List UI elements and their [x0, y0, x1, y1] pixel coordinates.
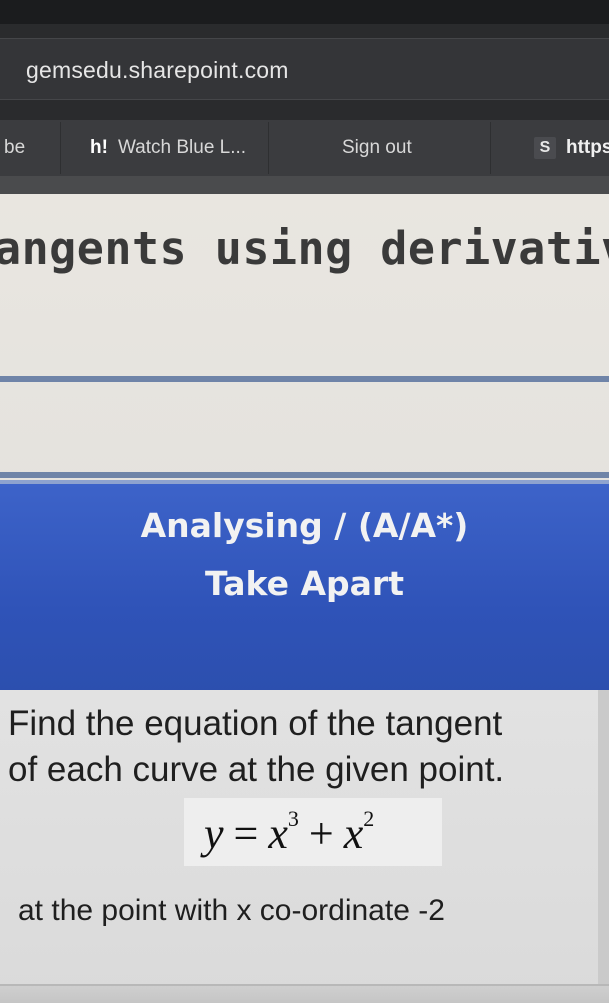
bookmark-https[interactable]: S https [534, 134, 609, 162]
h-icon: h! [90, 137, 108, 158]
equals-sign: = [233, 809, 259, 858]
question-text-line2: of each curve at the given point. [8, 750, 505, 789]
bookmark-partial[interactable]: be [4, 134, 25, 162]
divider-line [0, 376, 609, 382]
bookmark-label: Watch Blue L... [117, 137, 247, 158]
slide-title: angents using derivatives? [0, 222, 609, 275]
slide-right-edge [598, 690, 609, 1003]
bookmark-divider [268, 122, 269, 174]
bookmarks-bar: be h! Watch Blue L... Sign out S https [0, 120, 609, 176]
objective-skill: Take Apart [205, 564, 404, 603]
window-top-strip [0, 0, 609, 24]
address-bar[interactable]: gemsedu.sharepoint.com [0, 38, 609, 100]
bookmark-divider [60, 122, 61, 174]
slide-bottom-edge [0, 984, 609, 1003]
objective-box: Analysing / (A/A*) Take Apart [0, 480, 609, 694]
question-panel: Find the equation of the tangent of each… [0, 690, 609, 1003]
slide-content: angents using derivatives? Analysing / (… [0, 194, 609, 1003]
point-condition: at the point with x co-ordinate -2 [18, 894, 445, 927]
term1-exponent: 3 [287, 806, 299, 831]
term2-exponent: 2 [363, 806, 375, 831]
objective-level: Analysing / (A/A*) [140, 506, 469, 545]
equation-lhs: y [204, 809, 224, 858]
equation: y = x3 + x2 [204, 806, 374, 859]
bookmark-watch-blue[interactable]: h! Watch Blue L... [90, 134, 246, 162]
screen: gemsedu.sharepoint.com be h! Watch Blue … [0, 0, 609, 1003]
term2-base: x [343, 809, 364, 858]
equation-box: y = x3 + x2 [184, 798, 442, 866]
question-text-line1: Find the equation of the tangent [8, 704, 503, 743]
bookmark-label: https [566, 137, 609, 158]
divider-line [0, 472, 609, 478]
bookmark-sign-out[interactable]: Sign out [326, 134, 412, 162]
term1-base: x [268, 809, 288, 858]
toolbar-shadow [0, 176, 609, 194]
s-icon: S [534, 137, 556, 159]
bookmark-label: Sign out [342, 137, 412, 158]
address-url[interactable]: gemsedu.sharepoint.com [26, 57, 289, 84]
plus-sign: + [308, 809, 334, 858]
bookmark-divider [490, 122, 491, 174]
bookmark-label: be [4, 137, 26, 158]
